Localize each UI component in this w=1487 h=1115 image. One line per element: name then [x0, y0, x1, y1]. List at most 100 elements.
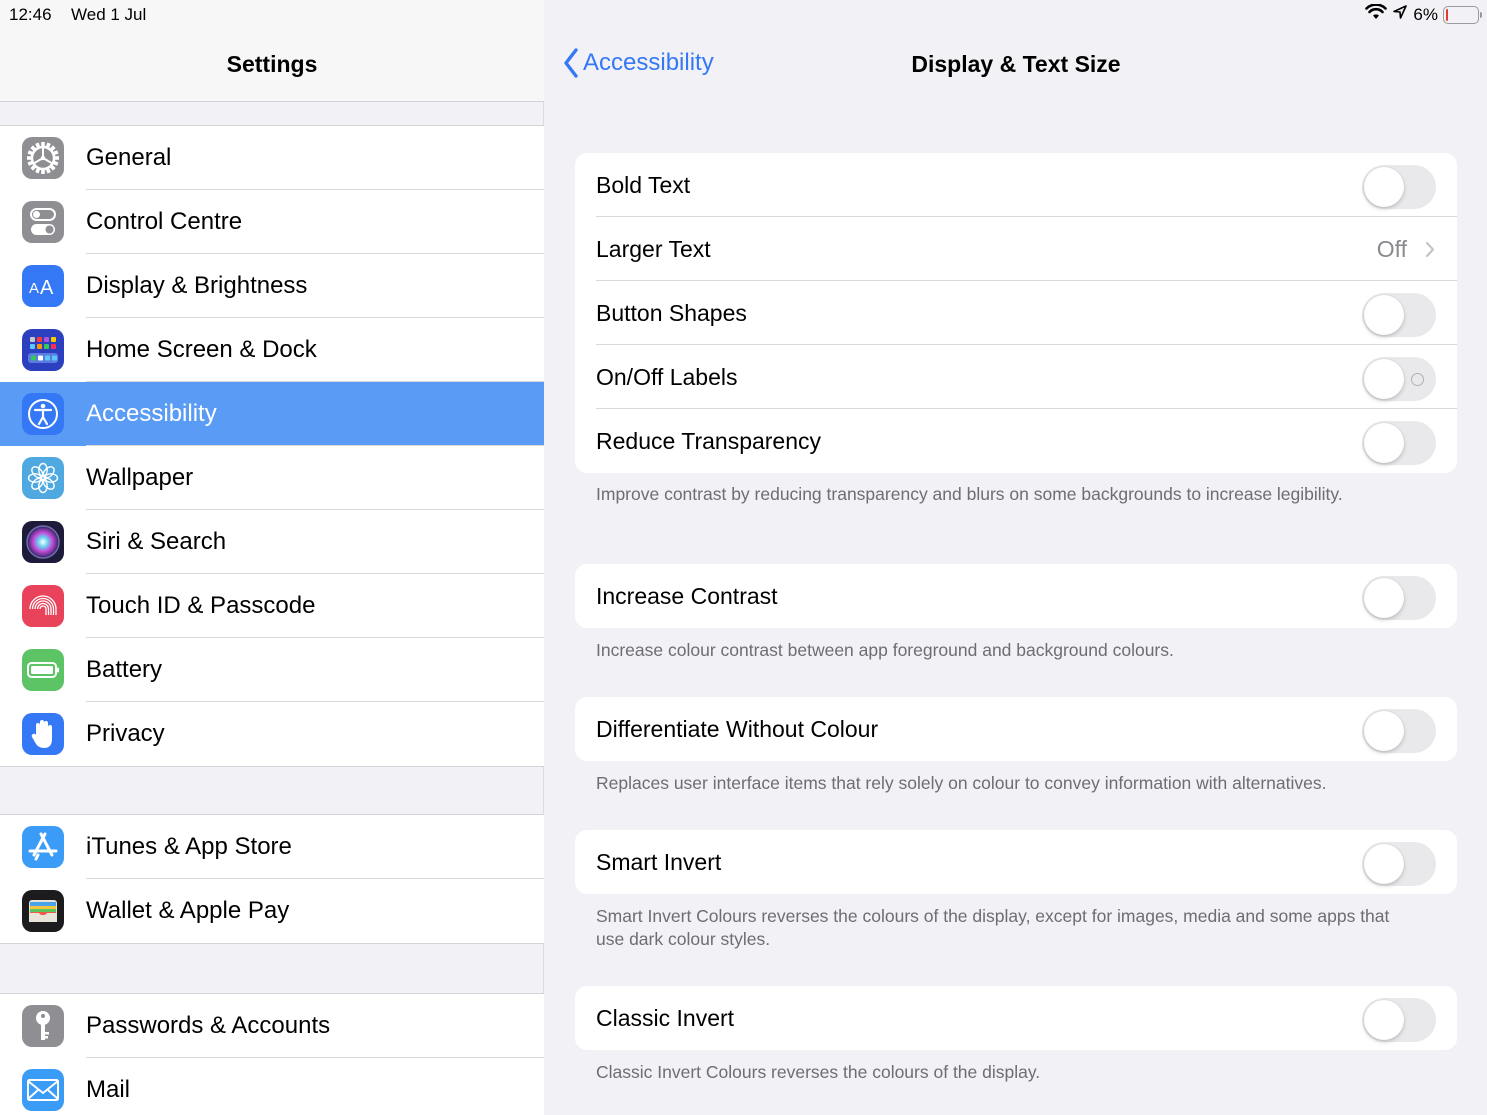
settings-group: Bold Text Larger Text Off Button Shapes On/O…: [575, 153, 1457, 473]
status-bar: 12:46 Wed 1 Jul 6%: [0, 0, 1487, 30]
sidebar-item-passwords-accounts[interactable]: Passwords & Accounts: [0, 994, 544, 1058]
sidebar-item-control-centre[interactable]: Control Centre: [0, 190, 544, 254]
row-value: Off: [1376, 236, 1407, 262]
section-footer: Classic Invert Colours reverses the colo…: [596, 1062, 1041, 1082]
row-label: Differentiate Without Colour: [596, 716, 879, 742]
toggle-knob: [1364, 359, 1404, 399]
off-label-circle-icon: [1411, 373, 1424, 386]
classic-invert-toggle[interactable]: [1362, 998, 1436, 1042]
toggle-knob: [1364, 844, 1404, 884]
settings-sidebar: Settings General Control Centre A A Display …: [0, 0, 544, 1115]
hand-icon: [22, 713, 64, 755]
row-classic-invert: Classic Invert: [575, 986, 1457, 1050]
row-label: Reduce Transparency: [596, 428, 822, 454]
toggle-knob: [1364, 423, 1404, 463]
sidebar-item-mail[interactable]: Mail: [0, 1058, 544, 1115]
toggle-knob: [1364, 167, 1404, 207]
sidebar-item-label: Siri & Search: [86, 528, 227, 555]
svg-text:A: A: [40, 277, 54, 299]
toggle-knob: [1364, 1000, 1404, 1040]
row-larger-text[interactable]: Larger Text Off: [575, 217, 1457, 281]
chevron-right-icon: [1425, 241, 1435, 263]
sidebar-item-battery[interactable]: Battery: [0, 638, 544, 702]
toggle-knob: [1364, 711, 1404, 751]
sidebar-group-2: iTunes & App Store Wallet & Apple Pay: [0, 814, 544, 944]
app-store-icon: [22, 826, 64, 868]
battery-icon: [22, 649, 64, 691]
reduce-transparency-toggle[interactable]: [1362, 421, 1436, 465]
settings-group: Increase Contrast: [575, 564, 1457, 628]
sidebar-item-siri-search[interactable]: Siri & Search: [0, 510, 544, 574]
accessibility-icon: [22, 393, 64, 435]
toggles-icon: [22, 201, 64, 243]
sidebar-item-label: Mail: [86, 1076, 131, 1103]
section-footer: Improve contrast by reducing transparenc…: [596, 484, 1343, 504]
section-footer: Smart Invert Colours reverses the colour…: [596, 906, 1390, 949]
row-on-off-labels: On/Off Labels: [575, 345, 1457, 409]
sidebar-item-label: General: [86, 144, 172, 171]
sidebar-item-label: Privacy: [86, 720, 165, 747]
gear-icon: [22, 137, 64, 179]
wifi-icon: [1365, 3, 1388, 25]
location-arrow-icon: [1392, 4, 1408, 25]
mail-icon: [22, 1069, 64, 1111]
section-footer: Increase colour contrast between app for…: [596, 640, 1174, 660]
fingerprint-icon: [22, 585, 64, 627]
flower-icon: [22, 457, 64, 499]
svg-text:A: A: [29, 280, 39, 297]
differentiate-without-colour-toggle[interactable]: [1362, 709, 1436, 753]
increase-contrast-toggle[interactable]: [1362, 576, 1436, 620]
app-grid-icon: [22, 329, 64, 371]
sidebar-item-label: Touch ID & Passcode: [86, 592, 316, 619]
battery-icon: [1443, 5, 1482, 24]
sidebar-item-home-screen-dock[interactable]: Home Screen & Dock: [0, 318, 544, 382]
status-indicators: 6%: [1365, 3, 1482, 25]
smart-invert-toggle[interactable]: [1362, 842, 1436, 886]
sidebar-group-3: Passwords & Accounts Mail: [0, 993, 544, 1115]
key-icon: [22, 1005, 64, 1047]
row-smart-invert: Smart Invert: [575, 830, 1457, 894]
sidebar-item-wallpaper[interactable]: Wallpaper: [0, 446, 544, 510]
section-footer: Replaces user interface items that rely …: [596, 773, 1327, 793]
row-label: Increase Contrast: [596, 583, 778, 609]
row-increase-contrast: Increase Contrast: [575, 564, 1457, 628]
row-differentiate-without-colour: Differentiate Without Colour: [575, 697, 1457, 761]
page-title: Display & Text Size: [911, 51, 1121, 77]
detail-pane: Accessibility Display & Text Size Bold T…: [545, 0, 1487, 1115]
row-label: On/Off Labels: [596, 364, 738, 390]
text-size-icon: AA: [22, 265, 64, 307]
sidebar-item-label: Display & Brightness: [86, 272, 308, 299]
toggle-knob: [1364, 578, 1404, 618]
sidebar-item-privacy[interactable]: Privacy: [0, 702, 544, 766]
sidebar-item-general[interactable]: General: [0, 126, 544, 190]
sidebar-item-touch-id-passcode[interactable]: Touch ID & Passcode: [0, 574, 544, 638]
toggle-knob: [1364, 295, 1404, 335]
sidebar-item-label: Accessibility: [86, 400, 217, 427]
sidebar-item-label: Home Screen & Dock: [86, 336, 317, 363]
sidebar-title: Settings: [226, 51, 318, 77]
bold-text-toggle[interactable]: [1362, 165, 1436, 209]
siri-icon: [22, 521, 64, 563]
sidebar-item-label: iTunes & App Store: [86, 833, 292, 860]
settings-group: Classic Invert: [575, 986, 1457, 1050]
row-label: Bold Text: [596, 172, 691, 198]
sidebar-item-itunes-app-store[interactable]: iTunes & App Store: [0, 815, 544, 879]
status-date: Wed 1 Jul: [71, 5, 147, 24]
row-button-shapes: Button Shapes: [575, 281, 1457, 345]
row-label: Classic Invert: [596, 1005, 735, 1031]
status-time: 12:46: [9, 5, 52, 24]
row-label: Smart Invert: [596, 849, 722, 875]
sidebar-item-accessibility[interactable]: Accessibility: [0, 382, 544, 446]
sidebar-item-display-brightness[interactable]: A A Display & Brightness: [0, 254, 544, 318]
sidebar-item-label: Battery: [86, 656, 163, 683]
on-off-labels-toggle[interactable]: [1362, 357, 1436, 401]
sidebar-item-label: Passwords & Accounts: [86, 1012, 331, 1039]
button-shapes-toggle[interactable]: [1362, 293, 1436, 337]
row-label: Button Shapes: [596, 300, 747, 326]
settings-group: Smart Invert: [575, 830, 1457, 894]
sidebar-item-wallet-apple-pay[interactable]: Wallet & Apple Pay: [0, 879, 544, 943]
row-label: Larger Text: [596, 236, 711, 262]
row-bold-text: Bold Text: [575, 153, 1457, 217]
row-reduce-transparency: Reduce Transparency: [575, 409, 1457, 473]
sidebar-item-label: Wallpaper: [86, 464, 194, 491]
